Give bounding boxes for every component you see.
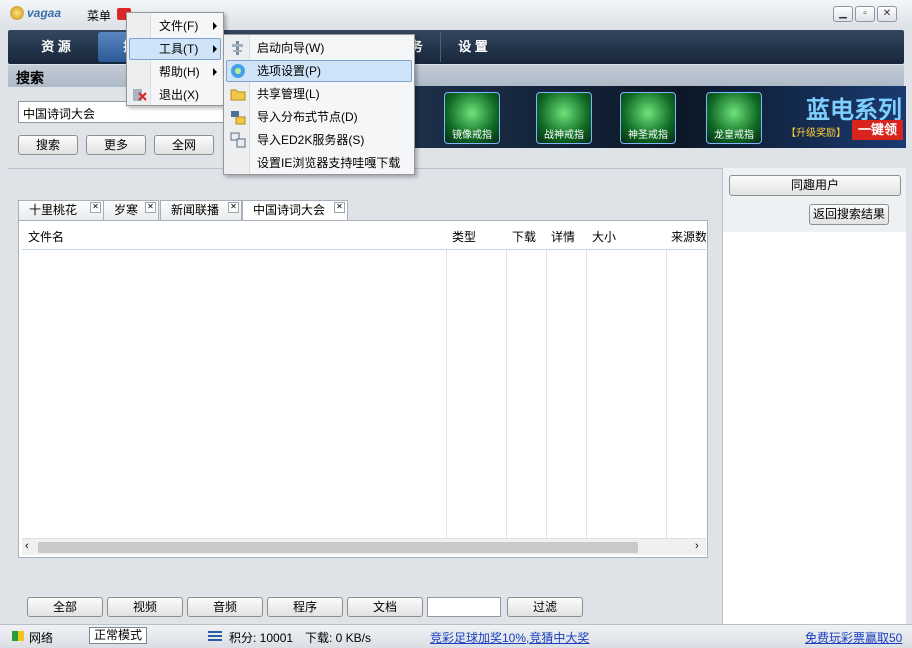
banner-sub: 【升级奖励】 (786, 128, 846, 139)
close-tab-icon[interactable]: ✕ (145, 202, 156, 213)
promo-link[interactable]: 竞彩足球加奖10%,竞猜中大奖 (430, 629, 589, 646)
web-search-button[interactable]: 全网 (154, 135, 214, 155)
menu-item-tools[interactable]: 工具(T) (129, 38, 221, 60)
points-text: 积分: 10001 (229, 631, 294, 645)
column-divider (446, 250, 447, 538)
menu-item-wizard[interactable]: 启动向导(W) (226, 37, 412, 59)
ring-icon: 龙皇戒指 (706, 92, 762, 144)
submenu-arrow-icon (213, 45, 217, 53)
minimize-button[interactable]: ▁ (833, 6, 853, 22)
main-menu: 文件(F) 工具(T) 帮助(H) 退出(X) (126, 12, 224, 106)
result-tab[interactable]: 岁寒 ✕ (103, 200, 159, 220)
wizard-icon (230, 40, 246, 56)
result-tab-active[interactable]: 中国诗词大会 ✕ (242, 200, 348, 221)
exit-icon (132, 87, 148, 103)
results-table (18, 220, 708, 558)
nodes-icon (230, 109, 246, 125)
filter-input[interactable] (427, 597, 501, 617)
filter-audio-button[interactable]: 音频 (187, 597, 263, 617)
folder-share-icon (230, 86, 246, 102)
options-icon (230, 63, 246, 79)
submenu-arrow-icon (213, 22, 217, 30)
horizontal-scrollbar[interactable]: ‹ › (22, 538, 706, 555)
right-panel (722, 168, 906, 624)
scroll-left-icon[interactable]: ‹ (25, 540, 29, 552)
more-button[interactable]: 更多 (86, 135, 146, 155)
similar-users-button[interactable]: 同趣用户 (729, 175, 901, 196)
menu-button[interactable]: 菜单 (87, 7, 111, 24)
filter-button[interactable]: 过滤 (507, 597, 583, 617)
ad-banner[interactable]: 镜像戒指 战神戒指 神圣戒指 龙皇戒指 蓝电系列 【升级奖励】 一键领 (414, 86, 906, 148)
status-bar: 网络 正常模式 积分: 10001 下载: 0 KB/s 竞彩足球加奖10%,竞… (0, 624, 912, 648)
menu-item-file[interactable]: 文件(F) (129, 15, 221, 37)
points-icon (208, 631, 222, 641)
promo-link[interactable]: 免费玩彩票赢取50 (805, 629, 902, 646)
ring-icon: 镜像戒指 (444, 92, 500, 144)
app-logo-text: vagaa (27, 6, 62, 20)
column-header-filename[interactable]: 文件名 (28, 226, 64, 250)
column-header-sources[interactable]: 来源数 (671, 226, 706, 250)
nav-tab-settings[interactable]: 设 置 (440, 32, 505, 62)
network-icon (12, 631, 24, 641)
close-tab-icon[interactable]: ✕ (90, 202, 101, 213)
menu-item-help[interactable]: 帮助(H) (129, 61, 221, 83)
nav-tab-resources[interactable]: 资 源 (16, 32, 96, 62)
menu-item-share[interactable]: 共享管理(L) (226, 83, 412, 105)
column-divider (586, 250, 587, 538)
menu-item-options[interactable]: 选项设置(P) (226, 60, 412, 82)
search-input-value: 中国诗词大会 (23, 107, 96, 121)
menu-item-ie-support[interactable]: 设置IE浏览器支持哇嘎下载 (226, 152, 412, 174)
back-to-results-button[interactable]: 返回搜索结果 (809, 204, 889, 225)
column-header-downloads[interactable]: 下载 (512, 226, 536, 250)
column-divider (546, 250, 547, 538)
speed-text: 下载: 0 KB/s (305, 631, 372, 645)
server-icon (230, 132, 246, 148)
filter-video-button[interactable]: 视频 (107, 597, 183, 617)
filter-program-button[interactable]: 程序 (267, 597, 343, 617)
mode-badge[interactable]: 正常模式 (89, 627, 148, 644)
banner-cta: 一键领 (852, 120, 904, 140)
vagaa-logo-icon (10, 6, 24, 20)
close-tab-icon[interactable]: ✕ (334, 202, 345, 213)
menu-item-import-ed2k[interactable]: 导入ED2K服务器(S) (226, 129, 412, 151)
ring-icon: 战神戒指 (536, 92, 592, 144)
column-divider (506, 250, 507, 538)
scroll-right-icon[interactable]: › (695, 540, 699, 552)
submenu-arrow-icon (213, 68, 217, 76)
ring-icon: 神圣戒指 (620, 92, 676, 144)
column-header-details[interactable]: 详情 (551, 226, 575, 250)
column-header-size[interactable]: 大小 (592, 226, 616, 250)
tools-submenu: 启动向导(W) 选项设置(P) 共享管理(L) 导入分布式节点(D) 导入ED2… (223, 34, 415, 175)
filter-document-button[interactable]: 文档 (347, 597, 423, 617)
scroll-thumb[interactable] (38, 542, 638, 553)
maximize-button[interactable]: ▫ (855, 6, 875, 22)
result-tab[interactable]: 十里桃花 ✕ (18, 200, 104, 220)
search-button[interactable]: 搜索 (18, 135, 78, 155)
close-button[interactable]: ✕ (877, 6, 897, 22)
menu-item-import-nodes[interactable]: 导入分布式节点(D) (226, 106, 412, 128)
result-tab[interactable]: 新闻联播 ✕ (160, 200, 242, 220)
menu-item-exit[interactable]: 退出(X) (129, 84, 221, 106)
column-divider (666, 250, 667, 538)
column-header-type[interactable]: 类型 (452, 226, 476, 250)
network-label: 网络 (29, 631, 54, 645)
close-tab-icon[interactable]: ✕ (228, 202, 239, 213)
page-title: 搜索 (16, 70, 44, 86)
filter-all-button[interactable]: 全部 (27, 597, 103, 617)
